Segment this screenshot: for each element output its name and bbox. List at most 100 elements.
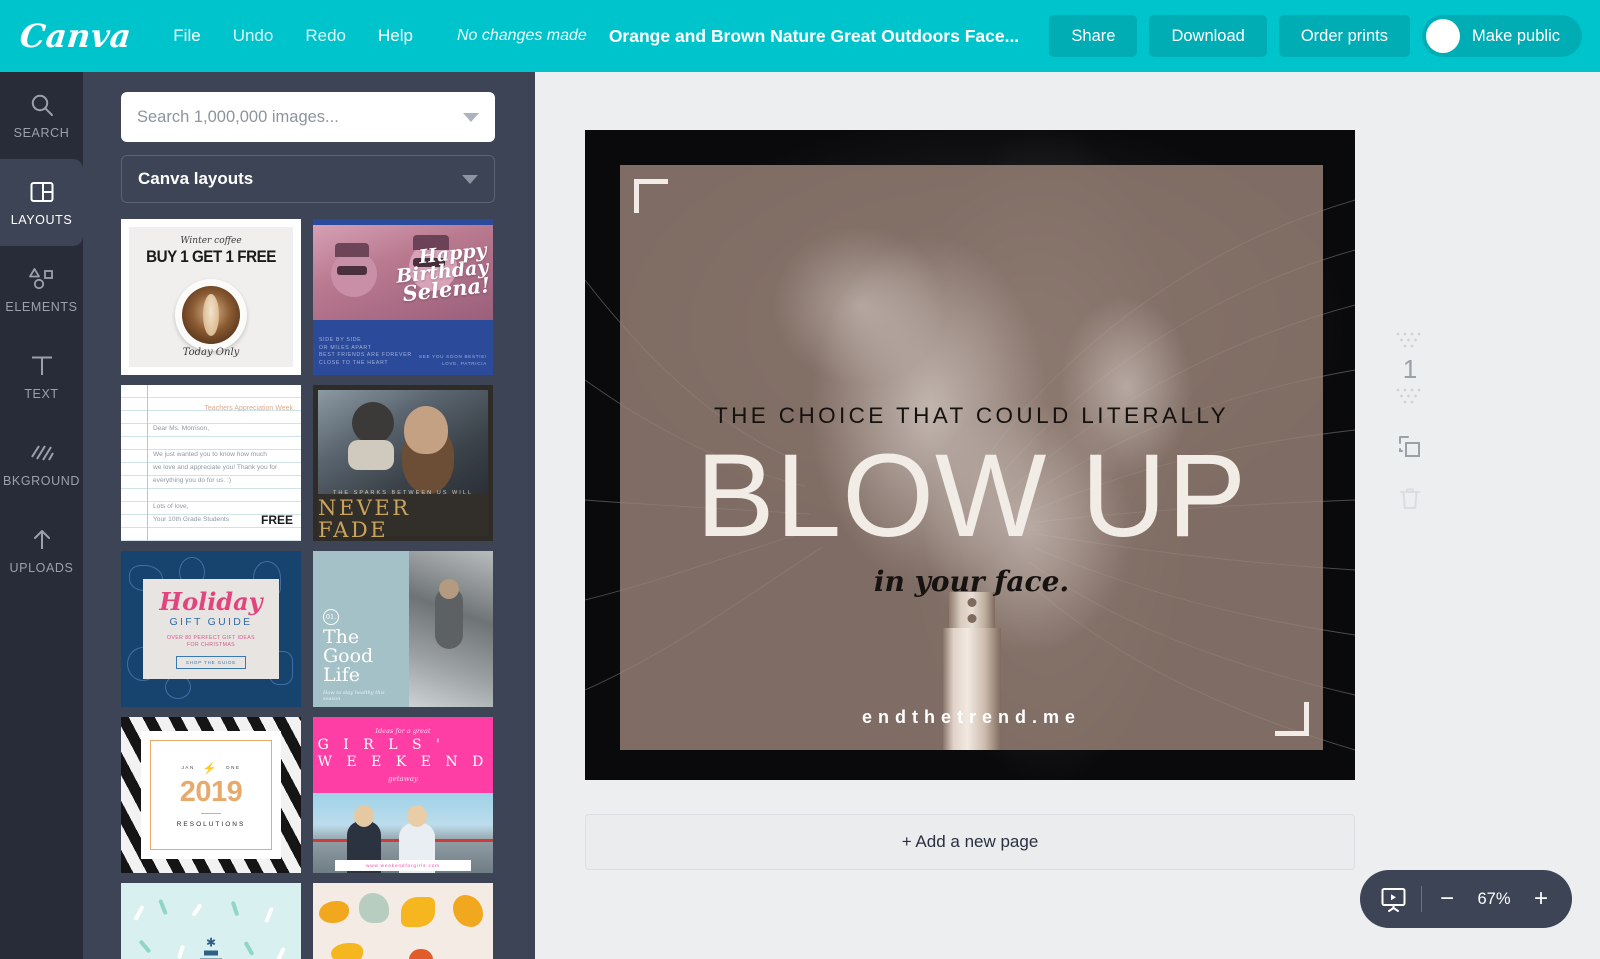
sidebar-label-text: TEXT (24, 386, 59, 401)
sidebar-item-text[interactable]: TEXT (0, 333, 83, 420)
couple-photo (318, 390, 488, 494)
thumb-coffee-bottom: Today Only (182, 347, 240, 358)
sidebar-label-uploads: UPLOADS (9, 560, 74, 575)
delete-page-icon[interactable] (1398, 486, 1422, 512)
note-body-line: Dear Ms. Morrison, (153, 425, 210, 432)
resolutions-kicker: JAN ⚡ ONE (181, 762, 241, 775)
sidebar-label-layouts: LAYOUTS (10, 212, 73, 227)
layout-category-select[interactable]: Canva layouts (121, 155, 495, 203)
confetti-tree-illustration: ✱ (196, 936, 226, 959)
search-input[interactable]: Search 1,000,000 images... (121, 92, 495, 142)
page-number: 1 (1402, 354, 1418, 384)
menu-file[interactable]: File (157, 26, 216, 46)
note-title: Teachers Appreciation Week (204, 405, 293, 412)
toolbar-divider (1421, 886, 1422, 912)
note-body-line: We just wanted you to know how much (153, 451, 267, 458)
chevron-down-icon (462, 174, 478, 184)
menu-help[interactable]: Help (362, 26, 429, 46)
design-url-text[interactable]: endthetrend.me (620, 707, 1323, 728)
layout-thumbnail-holiday-gift-guide[interactable]: Holiday GIFT GUIDE OVER 80 PERFECT GIFT … (121, 551, 301, 707)
save-status: No changes made (456, 27, 587, 44)
holiday-cta-button: SHOP THE GUIDE (175, 655, 247, 669)
document-title[interactable]: Orange and Brown Nature Great Outdoors F… (609, 26, 1019, 47)
coffee-cup-illustration (175, 279, 247, 351)
share-button[interactable]: Share (1049, 15, 1138, 57)
birthday-script: Happy Birthday Selena! (395, 239, 492, 307)
design-subtitle-text[interactable]: in your face. (620, 565, 1323, 598)
notebook-margin (147, 385, 148, 541)
text-icon (29, 353, 55, 379)
layout-thumbnail-good-life[interactable]: 01. The Good Life How to stay healthy th… (313, 551, 493, 707)
add-new-page-button[interactable]: + Add a new page (585, 814, 1355, 870)
sidebar-item-uploads[interactable]: UPLOADS (0, 507, 83, 594)
birthday-block-right: SEE YOU SOON BESTIE! LOVE, PATRICIA (418, 354, 487, 366)
present-icon[interactable] (1380, 886, 1407, 913)
menu-redo[interactable]: Redo (289, 26, 362, 46)
sidebar-label-elements: ELEMENTS (5, 299, 78, 314)
sidebar-item-layouts[interactable]: LAYOUTS (0, 159, 83, 246)
girls-photo: www.weekendforgirls.com (313, 793, 493, 873)
note-body-line: we love and appreciate you! Thank you fo… (153, 464, 278, 471)
drag-handle-down-icon[interactable] (1394, 386, 1426, 408)
good-life-photo (409, 551, 493, 707)
birthday-block-left: SIDE BY SIDE OR MILES APART BEST FRIENDS… (319, 337, 412, 366)
zoom-in-button[interactable]: + (1530, 887, 1552, 911)
chevron-down-icon[interactable] (463, 112, 479, 122)
design-hero-text[interactable]: BLOW UP (620, 437, 1323, 555)
layout-thumbnail-winter-confetti[interactable]: ✱ (121, 883, 301, 959)
holiday-desc: OVER 80 PERFECT GIFT IDEAS FOR CHRISTMAS (166, 634, 256, 648)
design-canvas[interactable]: THE CHOICE THAT COULD LITERALLY BLOW UP … (585, 130, 1355, 780)
duplicate-page-icon[interactable] (1397, 434, 1423, 460)
layout-thumbnail-happy-birthday[interactable]: Happy Birthday Selena! SIDE BY SIDE OR M… (313, 219, 493, 375)
app-header: Canva File Undo Redo Help No changes mad… (0, 0, 1600, 72)
make-public-toggle[interactable]: Make public (1421, 15, 1582, 57)
thumb-coffee-headline: BUY 1 GET 1 FREE (146, 248, 276, 266)
left-icon-rail: SEARCH LAYOUTS ELEMENTS TEXT BKGROUND UP… (0, 72, 83, 959)
layout-thumbnail-never-fade[interactable]: THE SPARKS BETWEEN US WILL NEVER FADE (313, 385, 493, 541)
sidebar-item-background[interactable]: BKGROUND (0, 420, 83, 507)
free-badge: FREE (260, 513, 293, 527)
resolutions-year: 2019 (179, 775, 243, 808)
header-actions: Share Download Order prints Make public (1049, 15, 1582, 57)
elements-icon (27, 266, 57, 292)
page-side-tools: 1 (1380, 330, 1440, 512)
sidebar-item-search[interactable]: SEARCH (0, 72, 83, 159)
sidebar-item-elements[interactable]: ELEMENTS (0, 246, 83, 333)
layout-thumbnail-teachers-note[interactable]: Teachers Appreciation Week Dear Ms. Morr… (121, 385, 301, 541)
layout-category-value: Canva layouts (138, 169, 254, 188)
design-kicker-text[interactable]: THE CHOICE THAT COULD LITERALLY (620, 403, 1323, 429)
layouts-panel: Search 1,000,000 images... Canva layouts… (83, 72, 535, 959)
note-body-line: Your 10th Grade Students (153, 516, 230, 523)
menu-undo[interactable]: Undo (217, 26, 290, 46)
thumb-coffee-top: Winter coffee (180, 236, 242, 246)
layout-thumbnail-autumn-leaves[interactable] (313, 883, 493, 959)
make-public-label: Make public (1471, 26, 1560, 45)
uploads-icon (29, 527, 55, 553)
bottle-neck (948, 592, 995, 632)
never-fade-headline: NEVER FADE (318, 495, 411, 541)
girls-title: G I R L S ' W E E K E N D (317, 737, 489, 770)
girls-url: www.weekendforgirls.com (335, 860, 471, 871)
canva-logo[interactable]: Canva (18, 17, 133, 55)
canvas-stage: THE CHOICE THAT COULD LITERALLY BLOW UP … (535, 72, 1600, 959)
good-life-number: 01. (323, 609, 339, 625)
order-prints-button[interactable]: Order prints (1278, 15, 1410, 57)
layouts-icon (29, 179, 55, 205)
girls-ideas: Ideas for a great (375, 727, 431, 735)
background-icon (29, 440, 55, 466)
layout-thumbnail-winter-coffee[interactable]: Winter coffee BUY 1 GET 1 FREE Today Onl… (121, 219, 301, 375)
download-button[interactable]: Download (1149, 15, 1267, 57)
bottle-body (942, 628, 1001, 750)
resolutions-caption: RESOLUTIONS (176, 821, 246, 829)
sidebar-label-search: SEARCH (13, 125, 70, 140)
holiday-title: Holiday (159, 586, 263, 616)
holiday-card: Holiday GIFT GUIDE OVER 80 PERFECT GIFT … (143, 579, 279, 679)
layout-thumbnail-girls-weekend[interactable]: Ideas for a great G I R L S ' W E E K E … (313, 717, 493, 873)
sidebar-label-background: BKGROUND (2, 473, 81, 488)
zoom-out-button[interactable]: − (1436, 887, 1458, 911)
drag-handle-up-icon[interactable] (1394, 330, 1426, 352)
note-body-line: Lots of love, (153, 503, 189, 510)
bolt-icon: ⚡ (202, 762, 218, 775)
layout-thumbnail-2019-resolutions[interactable]: JAN ⚡ ONE 2019 RESOLUTIONS (121, 717, 301, 873)
corner-bracket-top-left-icon (634, 179, 668, 213)
